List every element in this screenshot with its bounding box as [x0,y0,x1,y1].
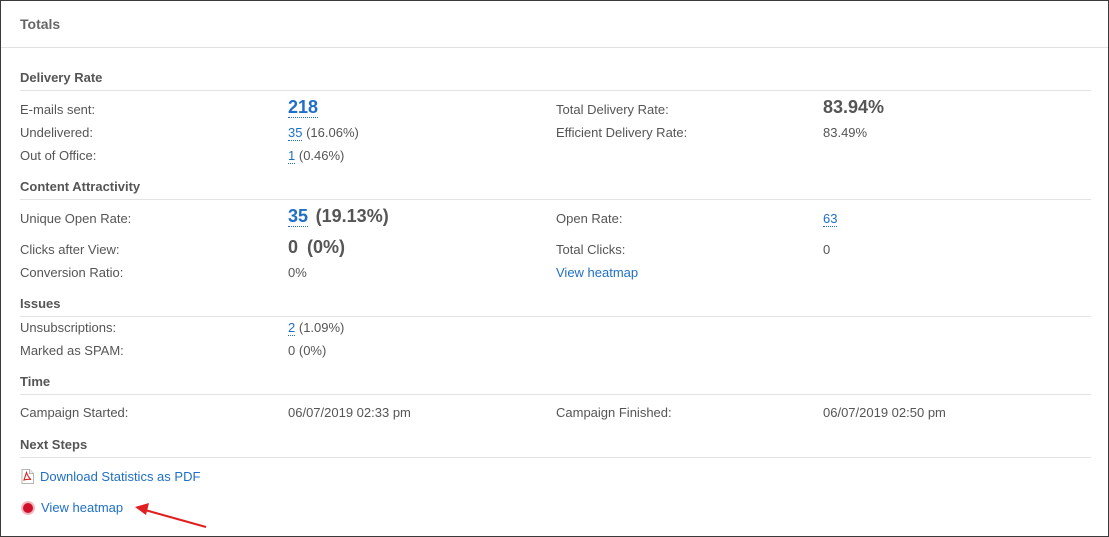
open-rate-link[interactable]: 63 [823,211,838,227]
unique-open-rate-label: Unique Open Rate: [20,211,132,226]
conversion-ratio-label: Conversion Ratio: [20,265,124,280]
efficient-delivery-rate-value: 83.49% [823,125,868,140]
campaign-finished-value: 06/07/2019 02:50 pm [823,405,946,420]
out-of-office-label: Out of Office: [20,148,97,163]
undelivered-percent: (16.06%) [306,125,359,140]
unsubscriptions-label: Unsubscriptions: [20,320,117,335]
section-title-content-attractivity: Content Attractivity [20,179,141,194]
clicks-after-view-value: 0 [288,237,299,257]
section-divider [20,316,1091,317]
view-heatmap-step-link[interactable]: View heatmap [41,500,123,515]
emails-sent-label: E-mails sent: [20,102,96,117]
unsubscriptions-percent: (1.09%) [298,320,345,335]
panel-title: Totals [20,16,61,32]
campaign-started-value: 06/07/2019 02:33 pm [288,405,411,420]
out-of-office-link[interactable]: 1 [288,148,296,164]
pdf-icon [21,469,34,484]
section-title-issues: Issues [20,296,61,311]
clicks-after-view-label: Clicks after View: [20,242,120,257]
section-divider [20,90,1091,91]
section-divider [20,199,1091,200]
section-title-time: Time [20,374,51,389]
unique-open-rate-link[interactable]: 35 [288,206,309,227]
section-title-next-steps: Next Steps [20,437,88,452]
total-clicks-label: Total Clicks: [556,242,626,257]
total-clicks-value: 0 [823,242,831,257]
view-heatmap-step[interactable]: View heatmap [21,500,123,515]
open-rate-label: Open Rate: [556,211,623,226]
section-divider [20,394,1091,395]
campaign-finished-label: Campaign Finished: [556,405,672,420]
emails-sent-link[interactable]: 218 [288,97,319,118]
total-delivery-rate-label: Total Delivery Rate: [556,102,669,117]
download-pdf-link[interactable]: Download Statistics as PDF [40,469,200,484]
view-heatmap-link[interactable]: View heatmap [556,265,638,280]
download-pdf-step[interactable]: Download Statistics as PDF [21,469,200,484]
heatmap-dot-icon [21,500,35,515]
marked-as-spam-label: Marked as SPAM: [20,343,124,358]
section-divider [20,457,1091,458]
conversion-ratio-value: 0% [288,265,307,280]
out-of-office-percent: (0.46%) [298,148,345,163]
totals-panel: Totals Delivery Rate E-mails sent: 218 T… [0,0,1109,537]
section-title-delivery-rate: Delivery Rate [20,70,103,85]
undelivered-label: Undelivered: [20,125,93,140]
efficient-delivery-rate-label: Efficient Delivery Rate: [556,125,688,140]
panel-header: Totals [1,1,1108,48]
marked-as-spam-percent: (0%) [298,343,327,358]
campaign-started-label: Campaign Started: [20,405,129,420]
annotation-arrow [135,503,207,528]
undelivered-link[interactable]: 35 [288,125,303,141]
marked-as-spam-value: 0 [288,343,296,358]
unique-open-rate-percent: (19.13%) [315,206,389,226]
total-delivery-rate-value: 83.94% [823,97,885,117]
unsubscriptions-link[interactable]: 2 [288,320,296,336]
clicks-after-view-percent: (0%) [307,237,346,257]
